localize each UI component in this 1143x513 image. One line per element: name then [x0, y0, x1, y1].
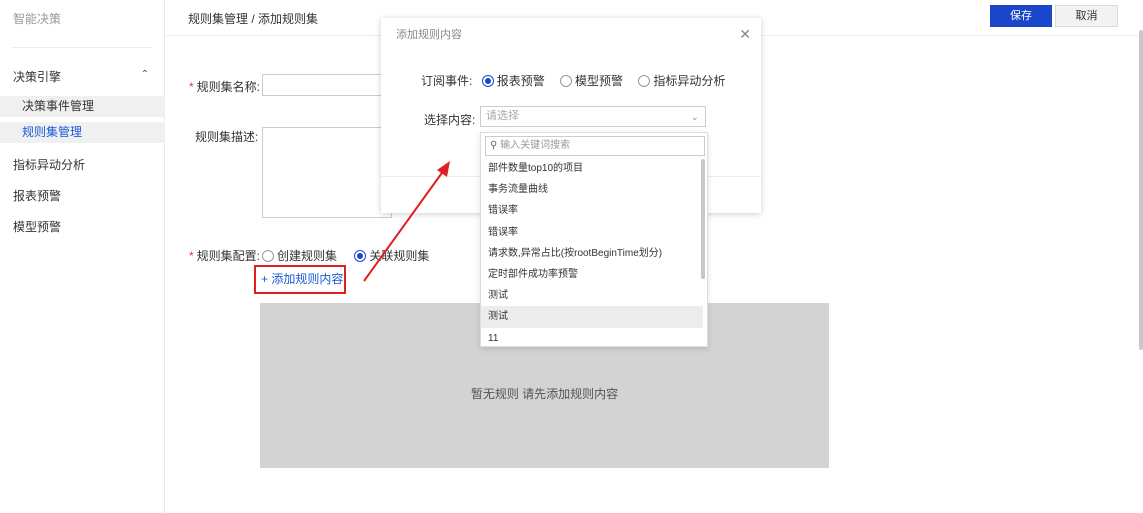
radio-model-alert[interactable]: 模型预警 [560, 74, 623, 88]
close-icon[interactable]: ✕ [739, 26, 751, 43]
dropdown-option[interactable]: 事务流量曲线 [481, 179, 703, 200]
dropdown-option[interactable]: 请求数,异常占比(按rootBeginTime划分) [481, 243, 703, 264]
dropdown-search-input[interactable]: ⚲ 输入关键词搜索 [485, 136, 705, 156]
sidebar-item-event-management[interactable]: 决策事件管理 [0, 96, 165, 117]
page-scrollbar[interactable] [1139, 30, 1143, 350]
ruleset-config-radio-group: 创建规则集 关联规则集 [262, 247, 443, 264]
select-content-label: 选择内容: [424, 113, 476, 127]
radio-icon [262, 250, 274, 262]
radio-create-ruleset[interactable]: 创建规则集 [262, 249, 337, 263]
search-icon: ⚲ [490, 140, 498, 151]
sidebar-item-model-alert[interactable]: 模型预警 [13, 218, 61, 235]
radio-icon [638, 75, 651, 87]
dropdown-option[interactable]: 测试 [481, 306, 703, 328]
modal-title: 添加规则内容 [396, 29, 462, 41]
ruleset-name-input[interactable] [262, 74, 392, 96]
subscribe-event-label: 订阅事件: [421, 74, 473, 88]
sidebar-group-label: 决策引擎 [13, 69, 62, 84]
breadcrumb: 规则集管理 / 添加规则集 [188, 12, 319, 26]
save-button[interactable]: 保存 [990, 5, 1052, 27]
dropdown-option[interactable]: 错误率 [481, 200, 703, 221]
radio-icon [560, 75, 573, 87]
add-rule-content-button[interactable]: + 添加规则内容 [254, 265, 346, 294]
empty-message: 暂无规则 请先添加规则内容 [470, 387, 619, 401]
dropdown-option[interactable]: 错误率 [481, 222, 703, 243]
chevron-down-icon: ⌄ [690, 112, 699, 123]
select-options-dropdown: ⚲ 输入关键词搜索 部件数量top10的项目 事务流量曲线 错误率 错误率 请求… [480, 132, 708, 347]
subscribe-event-row: 订阅事件: 报表预警 模型预警 指标异动分析 [421, 72, 737, 89]
sidebar-item-metric-analysis[interactable]: 指标异动分析 [13, 156, 85, 173]
ruleset-name-label: * 规则集名称: [189, 80, 261, 94]
radio-checked-icon [354, 250, 367, 262]
ruleset-desc-textarea[interactable] [262, 127, 392, 218]
dropdown-option[interactable]: 部件数量top10的项目 [481, 158, 703, 179]
dropdown-option[interactable]: 测试 [481, 285, 703, 306]
sidebar-title: 智能决策 [13, 12, 62, 26]
radio-checked-icon [481, 75, 494, 87]
dropdown-list: 部件数量top10的项目 事务流量曲线 错误率 错误率 请求数,异常占比(按ro… [481, 158, 703, 349]
ruleset-desc-label: 规则集描述: [195, 130, 259, 144]
radio-report-alert[interactable]: 报表预警 [481, 74, 545, 88]
sidebar-group-decision-engine[interactable]: 决策引擎 ⌃ [0, 64, 165, 88]
radio-link-ruleset[interactable]: 关联规则集 [354, 249, 429, 263]
sidebar-item-ruleset-management[interactable]: 规则集管理 [0, 122, 165, 143]
ruleset-config-label: * 规则集配置: [189, 249, 261, 263]
sidebar-item-report-alert[interactable]: 报表预警 [13, 187, 61, 204]
sidebar: 智能决策 决策引擎 ⌃ 决策事件管理 规则集管理 指标异动分析 报表预警 模型预… [0, 0, 165, 513]
select-placeholder: 请选择 [486, 110, 519, 122]
chevron-up-icon: ⌃ [140, 69, 149, 80]
select-content-dropdown[interactable]: 请选择 ⌄ [480, 106, 706, 127]
radio-metric-analysis[interactable]: 指标异动分析 [638, 74, 725, 88]
dropdown-option[interactable]: 定时部件成功率预警 [481, 264, 703, 285]
dropdown-scrollbar[interactable] [701, 159, 705, 279]
sidebar-divider [12, 47, 152, 48]
cancel-button[interactable]: 取消 [1055, 5, 1118, 27]
dropdown-option[interactable]: 11 [481, 328, 703, 349]
